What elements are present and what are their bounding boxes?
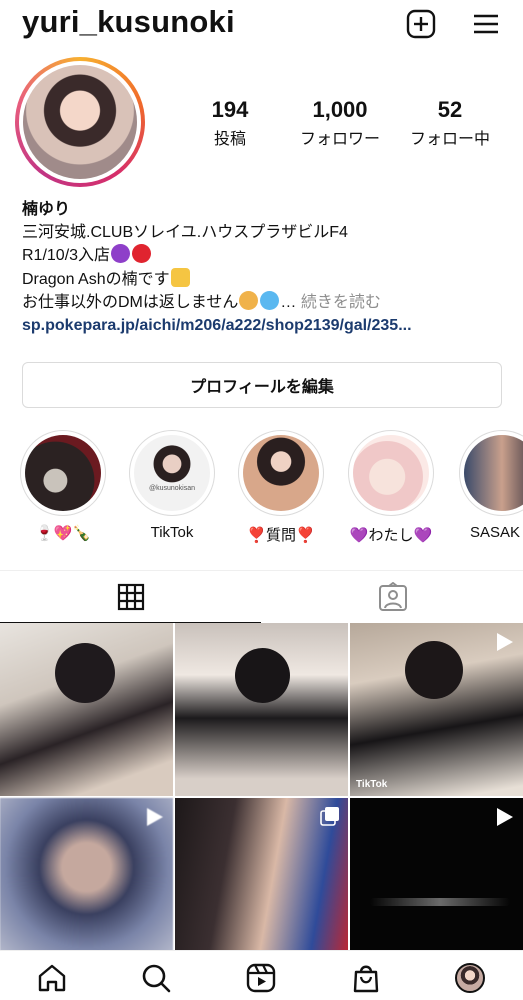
bow-emoji-icon bbox=[239, 291, 259, 310]
highlight-1-cover bbox=[25, 435, 101, 511]
post-6-streak bbox=[370, 898, 510, 906]
bio-link[interactable]: sp.pokepara.jp/aichi/m206/a222/shop2139/… bbox=[22, 315, 512, 338]
shop-icon[interactable] bbox=[349, 961, 383, 995]
profile-username[interactable]: yuri_kusunoki bbox=[22, 4, 235, 40]
post-4[interactable]: TikTok bbox=[0, 798, 173, 971]
top-header: yuri_kusunoki bbox=[0, 0, 523, 48]
profile-stats: 194 投稿 1,000 フォロワー 52 フォロー中 bbox=[180, 97, 500, 149]
highlight-5-ring bbox=[459, 430, 523, 516]
following-label: フォロー中 bbox=[409, 131, 490, 148]
highlight-1-ring bbox=[20, 430, 106, 516]
followers-stat[interactable]: 1,000 フォロワー bbox=[290, 97, 390, 149]
post-3-tiktok-label: TikTok bbox=[356, 779, 388, 790]
post-3[interactable]: TikTok bbox=[350, 623, 523, 796]
following-stat[interactable]: 52 フォロー中 bbox=[400, 97, 500, 149]
highlight-1-label: 🍷💖🍾 bbox=[34, 525, 92, 542]
post-1[interactable] bbox=[0, 623, 173, 796]
posts-count: 194 bbox=[211, 97, 249, 122]
menu-icon[interactable] bbox=[470, 8, 502, 40]
highlight-4-cover bbox=[353, 435, 429, 511]
grid-icon bbox=[117, 583, 144, 610]
highlight-2-caption: @kusunokisan bbox=[148, 485, 196, 492]
profile-avatar-small bbox=[455, 963, 485, 993]
devil-emoji-icon bbox=[111, 244, 131, 263]
bio-line-3-text: Dragon Ashの楠です bbox=[22, 270, 170, 288]
bio-ellipsis: … bbox=[280, 294, 297, 311]
read-more-link[interactable]: 続きを読む bbox=[301, 294, 381, 311]
profile-tabs bbox=[0, 570, 523, 623]
highlight-2-cover: @kusunokisan bbox=[134, 435, 210, 511]
profile-avatar bbox=[23, 65, 137, 179]
post-5[interactable] bbox=[175, 798, 348, 971]
sweat-emoji-icon bbox=[260, 291, 280, 310]
highlight-2-label: TikTok bbox=[150, 524, 194, 541]
highlight-1[interactable]: 🍷💖🍾 bbox=[19, 430, 107, 542]
bio-line-2-text: R1/10/3入店 bbox=[22, 247, 111, 264]
profile-nav-item[interactable] bbox=[453, 961, 487, 995]
highlight-2[interactable]: @kusunokisan TikTok bbox=[128, 430, 216, 541]
followers-count: 1,000 bbox=[312, 97, 368, 122]
bottom-navigation bbox=[0, 950, 523, 1000]
tab-posts-grid[interactable] bbox=[0, 571, 261, 623]
post-2-figure bbox=[235, 648, 290, 703]
profile-avatar-border bbox=[19, 61, 141, 183]
highlight-5[interactable]: SASAK bbox=[458, 430, 523, 541]
bio-line-4: お仕事以外のDMは返しません … 続きを読む bbox=[22, 291, 512, 315]
highlight-2-ring: @kusunokisan bbox=[129, 430, 215, 516]
highlight-3-label: ❣️質問❣️ bbox=[247, 527, 315, 544]
carousel-icon bbox=[320, 806, 340, 831]
bio-line-4-text: お仕事以外のDMは返しません bbox=[22, 294, 239, 311]
display-name: 楠ゆり bbox=[22, 201, 71, 218]
hand-emoji-icon bbox=[170, 267, 190, 287]
highlight-3-cover bbox=[243, 435, 319, 511]
post-2[interactable] bbox=[175, 623, 348, 796]
post-grid: TikTok TikTok TikTok bbox=[0, 623, 523, 971]
reel-play-icon bbox=[493, 631, 515, 658]
new-post-icon[interactable] bbox=[405, 8, 437, 40]
post-3-figure bbox=[405, 641, 463, 699]
bio-line-3: Dragon Ashの楠です bbox=[22, 267, 512, 292]
highlight-3[interactable]: ❣️質問❣️ bbox=[237, 430, 325, 545]
highlight-5-label: SASAK bbox=[470, 524, 521, 541]
reel-play-icon bbox=[143, 806, 165, 833]
highlight-4[interactable]: 💜わたし💜 bbox=[347, 430, 435, 545]
highlight-4-ring bbox=[348, 430, 434, 516]
home-icon[interactable] bbox=[35, 961, 69, 995]
posts-label: 投稿 bbox=[213, 131, 246, 148]
bio-line-2: R1/10/3入店 bbox=[22, 244, 512, 268]
profile-avatar-ring[interactable] bbox=[15, 57, 145, 187]
highlight-3-ring bbox=[238, 430, 324, 516]
post-6[interactable]: TikTok bbox=[350, 798, 523, 971]
followers-label: フォロワー bbox=[299, 131, 380, 148]
story-highlights: 🍷💖🍾 @kusunokisan TikTok ❣️質問❣️ 💜わたし💜 SAS… bbox=[0, 430, 523, 550]
highlight-4-label: 💜わたし💜 bbox=[349, 527, 433, 544]
highlight-5-cover bbox=[464, 435, 523, 511]
post-1-figure bbox=[55, 643, 115, 703]
tab-tagged[interactable] bbox=[262, 571, 523, 623]
posts-stat[interactable]: 194 投稿 bbox=[180, 97, 280, 149]
reel-play-icon bbox=[493, 806, 515, 833]
following-count: 52 bbox=[437, 97, 463, 122]
heart-emoji-icon bbox=[132, 244, 152, 263]
bio-line-1: 三河安城.CLUBソレイユ.ハウスプラザビルF4 bbox=[22, 223, 348, 241]
edit-profile-button[interactable]: プロフィールを編集 bbox=[22, 362, 502, 408]
reels-icon[interactable] bbox=[244, 961, 278, 995]
tagged-user-icon bbox=[378, 582, 407, 611]
profile-bio: 楠ゆり 三河安城.CLUBソレイユ.ハウスプラザビルF4 R1/10/3入店 D… bbox=[22, 199, 512, 337]
search-icon[interactable] bbox=[139, 961, 173, 995]
